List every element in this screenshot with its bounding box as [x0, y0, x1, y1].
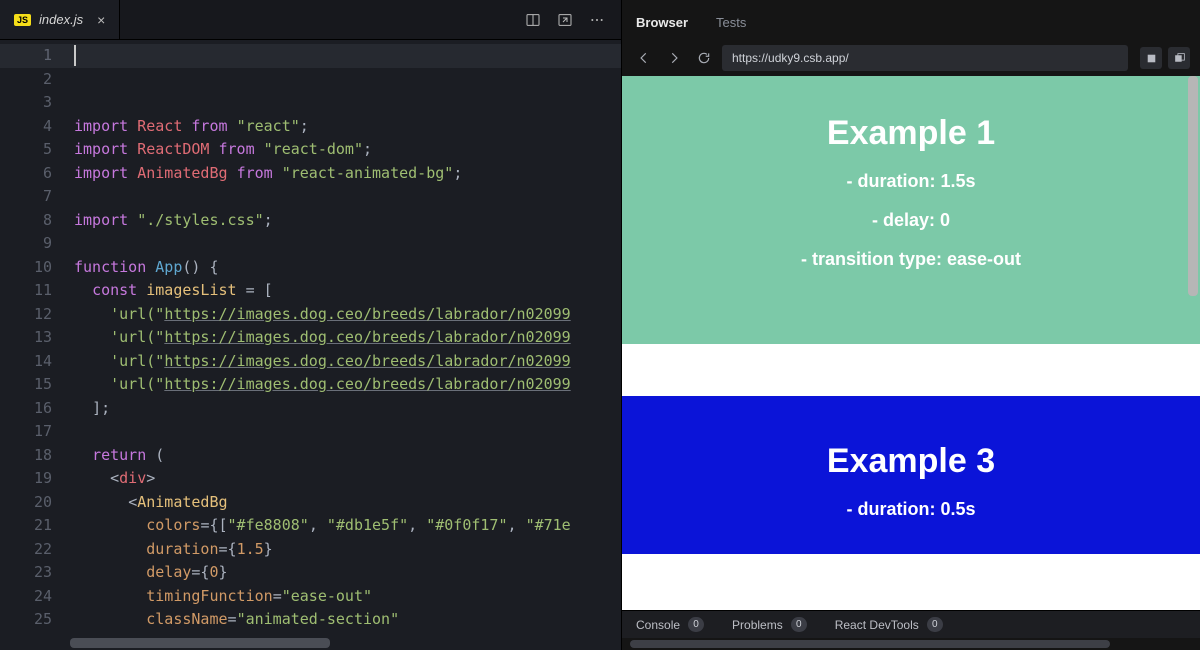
- editor-tab-indexjs[interactable]: JS index.js ×: [0, 0, 120, 39]
- example-1-line-transition: - transition type: ease-out: [642, 249, 1180, 270]
- address-bar-right-actions: [1134, 47, 1190, 69]
- code-line[interactable]: timingFunction="ease-out": [74, 585, 621, 609]
- editor-tabbar: JS index.js ×: [0, 0, 621, 40]
- tab-tests[interactable]: Tests: [716, 15, 746, 40]
- tab-browser[interactable]: Browser: [636, 15, 688, 40]
- url-input[interactable]: https://udky9.csb.app/: [722, 45, 1128, 71]
- app-root: JS index.js × 1234567891011121314151617: [0, 0, 1200, 650]
- code-line[interactable]: [74, 232, 621, 256]
- code-line[interactable]: function App() {: [74, 256, 621, 280]
- code-line[interactable]: <div>: [74, 467, 621, 491]
- devtools-tab-count: 0: [791, 617, 807, 632]
- example-1-title: Example 1: [642, 114, 1180, 153]
- editor-tab-actions: [519, 7, 621, 33]
- editor-tab-filename: index.js: [39, 12, 83, 27]
- devtools-tabbar: Console 0 Problems 0 React DevTools 0: [622, 610, 1200, 638]
- forward-icon[interactable]: [662, 46, 686, 70]
- example-1-line-duration: - duration: 1.5s: [642, 171, 1180, 192]
- scrollbar-thumb[interactable]: [70, 638, 330, 648]
- code-line[interactable]: const imagesList = [: [74, 279, 621, 303]
- code-line[interactable]: delay={0}: [74, 561, 621, 585]
- code-line[interactable]: import React from "react";: [74, 115, 621, 139]
- back-icon[interactable]: [632, 46, 656, 70]
- code-line[interactable]: 'url("https://images.dog.ceo/breeds/labr…: [74, 326, 621, 350]
- code-line[interactable]: [74, 185, 621, 209]
- code-line[interactable]: <AnimatedBg: [74, 491, 621, 515]
- split-editor-icon[interactable]: [519, 7, 547, 33]
- code-line[interactable]: duration={1.5}: [74, 538, 621, 562]
- code-line[interactable]: 'url("https://images.dog.ceo/breeds/labr…: [74, 373, 621, 397]
- text-cursor: [74, 45, 76, 66]
- code-line[interactable]: 'url("https://images.dog.ceo/breeds/labr…: [74, 303, 621, 327]
- browser-address-bar: https://udky9.csb.app/: [622, 40, 1200, 76]
- example-1-line-delay: - delay: 0: [642, 210, 1180, 231]
- example-card-3: Example 3 - duration: 0.5s: [622, 396, 1200, 554]
- code-line[interactable]: import AnimatedBg from "react-animated-b…: [74, 162, 621, 186]
- preview-pane: Browser Tests https://udky9.csb.app/ Exa…: [622, 0, 1200, 650]
- code-line[interactable]: return (: [74, 444, 621, 468]
- more-icon[interactable]: [583, 7, 611, 33]
- editor-tabs: JS index.js ×: [0, 0, 120, 39]
- code-line[interactable]: colors={["#fe8808", "#db1e5f", "#0f0f17"…: [74, 514, 621, 538]
- code-line[interactable]: [74, 420, 621, 444]
- browser-viewport[interactable]: Example 1 - duration: 1.5s - delay: 0 - …: [622, 76, 1200, 610]
- scrollbar-thumb[interactable]: [1188, 76, 1198, 296]
- code-line[interactable]: import ReactDOM from "react-dom";: [74, 138, 621, 162]
- devtools-tab-react[interactable]: React DevTools 0: [835, 617, 943, 632]
- devtools-tab-label: React DevTools: [835, 618, 919, 632]
- devtools-tab-label: Console: [636, 618, 680, 632]
- code-line[interactable]: import "./styles.css";: [74, 209, 621, 233]
- editor-horizontal-scrollbar[interactable]: [70, 638, 613, 648]
- devtools-tab-count: 0: [688, 617, 704, 632]
- url-text: https://udky9.csb.app/: [732, 51, 849, 65]
- line-gutter: 1234567891011121314151617181920212223242…: [0, 40, 70, 650]
- scrollbar-thumb[interactable]: [630, 640, 1110, 648]
- open-preview-icon[interactable]: [551, 7, 579, 33]
- example-3-line-duration: - duration: 0.5s: [642, 499, 1180, 520]
- example-3-title: Example 3: [642, 442, 1180, 481]
- code-line[interactable]: ];: [74, 397, 621, 421]
- code-editor[interactable]: 1234567891011121314151617181920212223242…: [0, 40, 621, 650]
- devtools-tab-console[interactable]: Console 0: [636, 617, 704, 632]
- close-icon[interactable]: ×: [97, 12, 105, 28]
- reload-icon[interactable]: [692, 46, 716, 70]
- example-card-1: Example 1 - duration: 1.5s - delay: 0 - …: [622, 76, 1200, 344]
- code-area[interactable]: import React from "react";import ReactDO…: [70, 40, 621, 650]
- devtools-tab-label: Problems: [732, 618, 783, 632]
- code-line[interactable]: 'url("https://images.dog.ceo/breeds/labr…: [74, 350, 621, 374]
- preview-tabbar: Browser Tests: [622, 0, 1200, 40]
- viewport-vertical-scrollbar[interactable]: [1188, 76, 1198, 610]
- editor-pane: JS index.js × 1234567891011121314151617: [0, 0, 622, 650]
- code-line[interactable]: className="animated-section": [74, 608, 621, 632]
- devtools-horizontal-scrollbar[interactable]: [622, 638, 1200, 650]
- js-file-icon: JS: [14, 14, 31, 26]
- codesandbox-icon[interactable]: [1140, 47, 1162, 69]
- open-window-icon[interactable]: [1168, 47, 1190, 69]
- devtools-tab-problems[interactable]: Problems 0: [732, 617, 807, 632]
- devtools-tab-count: 0: [927, 617, 943, 632]
